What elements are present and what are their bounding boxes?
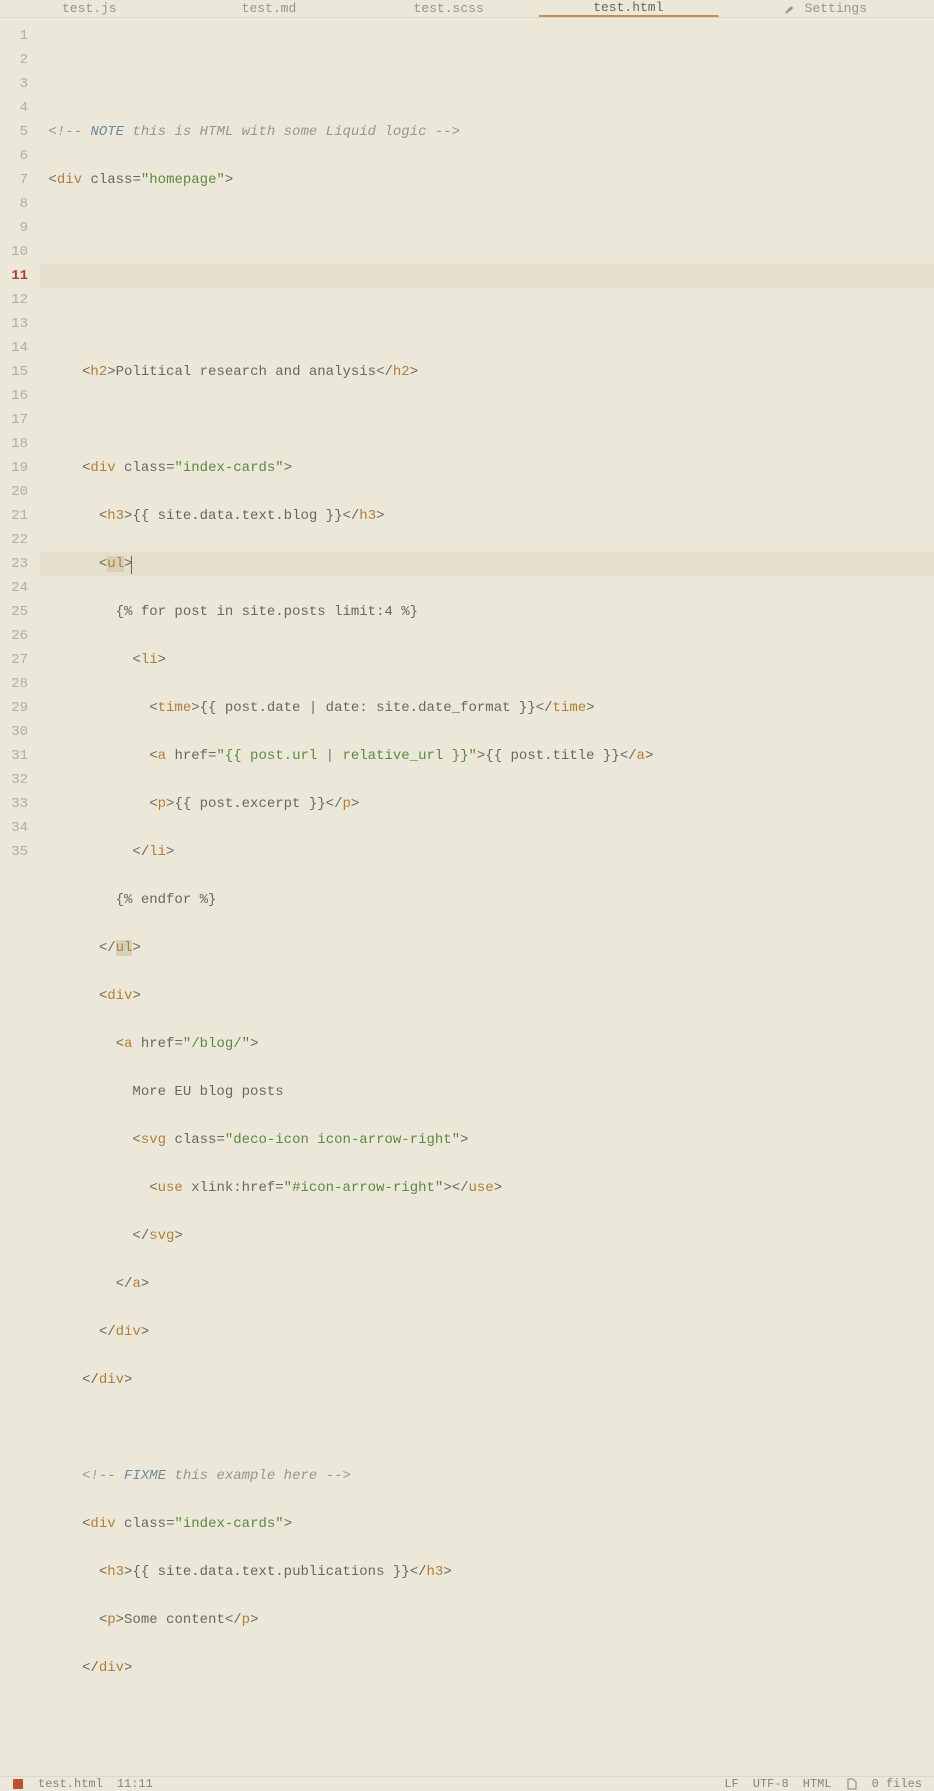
- tab-test-md[interactable]: test.md: [180, 0, 360, 17]
- line-number[interactable]: 13: [0, 312, 40, 336]
- line-number[interactable]: 33: [0, 792, 40, 816]
- line-number[interactable]: 4: [0, 96, 40, 120]
- line-number[interactable]: 20: [0, 480, 40, 504]
- status-cursor-position[interactable]: 11:11: [117, 1777, 153, 1791]
- line-number[interactable]: 7: [0, 168, 40, 192]
- line-number[interactable]: 26: [0, 624, 40, 648]
- matching-tag-open: ul: [107, 556, 124, 572]
- status-files-count[interactable]: 0 files: [872, 1777, 922, 1791]
- text-cursor: [131, 556, 132, 574]
- code-content[interactable]: <!-- NOTE this is HTML with some Liquid …: [40, 18, 934, 1776]
- line-number[interactable]: 17: [0, 408, 40, 432]
- files-icon: [846, 1778, 858, 1790]
- status-filename[interactable]: test.html: [38, 1777, 103, 1791]
- matching-tag-close: ul: [116, 940, 133, 956]
- line-number[interactable]: 8: [0, 192, 40, 216]
- tab-test-html[interactable]: test.html: [539, 0, 719, 17]
- line-number[interactable]: 6: [0, 144, 40, 168]
- line-number[interactable]: 5: [0, 120, 40, 144]
- line-number[interactable]: 32: [0, 768, 40, 792]
- line-number[interactable]: 28: [0, 672, 40, 696]
- line-number-gutter: 1234567891011121314151617181920212223242…: [0, 18, 40, 1776]
- status-line-ending[interactable]: LF: [724, 1777, 738, 1791]
- line-number[interactable]: 15: [0, 360, 40, 384]
- line-number[interactable]: 22: [0, 528, 40, 552]
- line-number[interactable]: 2: [0, 48, 40, 72]
- line-number[interactable]: 18: [0, 432, 40, 456]
- tab-test-scss[interactable]: test.scss: [359, 0, 539, 17]
- tab-test-js[interactable]: test.js: [0, 0, 180, 17]
- line-number[interactable]: 1: [0, 24, 40, 48]
- tab-bar: test.js test.md test.scss test.html Sett…: [0, 0, 934, 18]
- line-number[interactable]: 19: [0, 456, 40, 480]
- line-number[interactable]: 35: [0, 840, 40, 864]
- line-number[interactable]: 3: [0, 72, 40, 96]
- line-number[interactable]: 29: [0, 696, 40, 720]
- line-number[interactable]: 31: [0, 744, 40, 768]
- line-number[interactable]: 10: [0, 240, 40, 264]
- line-number[interactable]: 23: [0, 552, 40, 576]
- editor-area[interactable]: 1234567891011121314151617181920212223242…: [0, 18, 934, 1776]
- line-number[interactable]: 25: [0, 600, 40, 624]
- line-number[interactable]: 34: [0, 816, 40, 840]
- line-number[interactable]: 9: [0, 216, 40, 240]
- line-number[interactable]: 12: [0, 288, 40, 312]
- line-number[interactable]: 16: [0, 384, 40, 408]
- line-number[interactable]: 21: [0, 504, 40, 528]
- tab-settings[interactable]: Settings: [719, 0, 934, 17]
- line-number[interactable]: 14: [0, 336, 40, 360]
- line-number[interactable]: 24: [0, 576, 40, 600]
- status-bar: test.html 11:11 LF UTF-8 HTML 0 files: [0, 1776, 934, 1791]
- line-number[interactable]: 11: [0, 264, 40, 288]
- line-number[interactable]: 30: [0, 720, 40, 744]
- line-number[interactable]: 27: [0, 648, 40, 672]
- file-modified-icon: [12, 1778, 24, 1790]
- tools-icon: [785, 3, 797, 15]
- status-language[interactable]: HTML: [803, 1777, 832, 1791]
- status-encoding[interactable]: UTF-8: [753, 1777, 789, 1791]
